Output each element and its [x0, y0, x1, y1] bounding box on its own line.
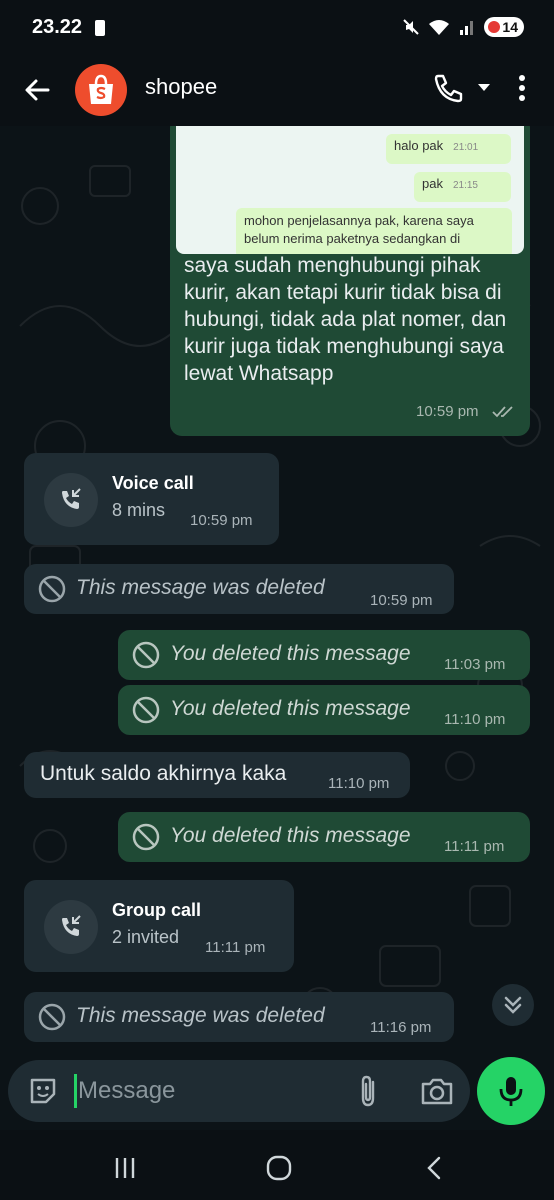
deleted-message[interactable]: This message was deleted 11:16 pm: [24, 992, 454, 1042]
system-navigation-bar: [0, 1130, 554, 1200]
message-text: saya sudah menghubungi pihak kurir, akan…: [184, 254, 507, 385]
chat-header: shopee: [0, 58, 554, 126]
battery-level: 14: [502, 19, 518, 35]
ban-icon: [132, 823, 160, 851]
message-time: 10:59 pm: [370, 592, 433, 609]
deleted-text: You deleted this message: [170, 642, 411, 665]
message-time: 11:16 pm: [370, 1019, 432, 1036]
call-duration: 8 mins: [112, 500, 166, 520]
contact-avatar[interactable]: [75, 64, 127, 116]
message-text: Untuk saldo akhirnya kaka: [40, 762, 287, 785]
message-time: 11:11 pm: [444, 838, 505, 855]
group-call-message[interactable]: Group call 2 invited 11:11 pm: [24, 880, 294, 972]
call-icon-circle: [44, 473, 98, 527]
you-deleted-message[interactable]: You deleted this message 11:10 pm: [118, 685, 530, 735]
ban-icon: [38, 575, 66, 603]
voice-call-message[interactable]: Voice call 8 mins 10:59 pm: [24, 453, 279, 545]
camera-icon[interactable]: [420, 1075, 454, 1107]
deleted-text: This message was deleted: [76, 576, 325, 599]
status-icons: 14: [402, 17, 524, 37]
image-bubble-text: mohon penjelasannya pak, karena saya bel…: [244, 213, 474, 246]
image-thumbnail[interactable]: halo pak 21:01 pak 21:15 mohon penjelasann…: [176, 126, 524, 254]
mute-icon: [403, 19, 419, 35]
home-icon[interactable]: [266, 1155, 292, 1181]
chat-area[interactable]: halo pak 21:01 pak 21:15 mohon penjelasann…: [0, 126, 554, 1130]
double-check-icon: [492, 406, 513, 418]
recent-apps-icon[interactable]: [112, 1156, 138, 1180]
image-bubble-time: 21:01: [453, 142, 479, 153]
ban-icon: [132, 641, 160, 669]
microphone-icon: [499, 1077, 523, 1106]
ban-icon: [38, 1003, 66, 1031]
deleted-message[interactable]: This message was deleted 10:59 pm: [24, 564, 454, 614]
incoming-text-message[interactable]: Untuk saldo akhirnya kaka 11:10 pm: [24, 752, 410, 798]
back-icon[interactable]: [424, 1155, 444, 1181]
message-input[interactable]: Message: [78, 1077, 175, 1105]
contact-name[interactable]: shopee: [145, 74, 217, 100]
image-bubble-text: halo pak: [394, 138, 444, 153]
outgoing-image-message[interactable]: halo pak 21:01 pak 21:15 mohon penjelasann…: [170, 126, 530, 436]
you-deleted-message[interactable]: You deleted this message 11:11 pm: [118, 812, 530, 862]
message-time: 11:10 pm: [444, 711, 506, 728]
alert-icon: [95, 20, 105, 36]
message-composer[interactable]: Message: [8, 1060, 470, 1122]
call-title: Group call: [112, 900, 202, 920]
image-bubble: halo pak 21:01: [386, 134, 511, 164]
status-bar: 23.22 14: [0, 0, 554, 58]
deleted-text: You deleted this message: [170, 824, 411, 847]
shopee-bag-icon: [89, 74, 113, 104]
message-time: 11:03 pm: [444, 656, 506, 673]
missed-call-phone-icon: [62, 488, 81, 509]
message-time: 10:59 pm: [190, 512, 253, 529]
double-chevron-down-icon: [504, 996, 522, 1014]
back-arrow-icon[interactable]: [20, 72, 56, 108]
sticker-icon[interactable]: [28, 1076, 58, 1106]
image-bubble-text: pak: [422, 176, 443, 191]
message-time: 11:10 pm: [328, 775, 390, 792]
call-title: Voice call: [112, 473, 194, 493]
chevron-down-icon[interactable]: [475, 78, 493, 96]
paperclip-icon[interactable]: [353, 1074, 383, 1108]
call-participants: 2 invited: [112, 927, 180, 947]
image-bubble: mohon penjelasannya pak, karena saya bel…: [236, 208, 512, 254]
image-bubble-time: 21:15: [452, 180, 478, 191]
message-time: 11:11 pm: [205, 939, 266, 956]
voice-record-button[interactable]: [477, 1057, 545, 1125]
battery-icon: 14: [484, 17, 524, 37]
scroll-to-bottom-button[interactable]: [492, 984, 534, 1026]
you-deleted-message[interactable]: You deleted this message 11:03 pm: [118, 630, 530, 680]
status-time: 23.22: [32, 16, 83, 38]
deleted-text: You deleted this message: [170, 697, 411, 720]
phone-icon[interactable]: [430, 70, 466, 106]
missed-call-phone-icon: [62, 915, 81, 936]
more-options-icon[interactable]: [510, 70, 534, 106]
call-icon-circle: [44, 900, 98, 954]
wifi-icon: [429, 20, 449, 35]
image-bubble: pak 21:15: [414, 172, 511, 202]
deleted-text: This message was deleted: [76, 1004, 325, 1027]
text-cursor: [74, 1074, 77, 1108]
ban-icon: [132, 696, 160, 724]
message-time: 10:59 pm: [416, 403, 479, 420]
signal-icon: [460, 21, 473, 35]
